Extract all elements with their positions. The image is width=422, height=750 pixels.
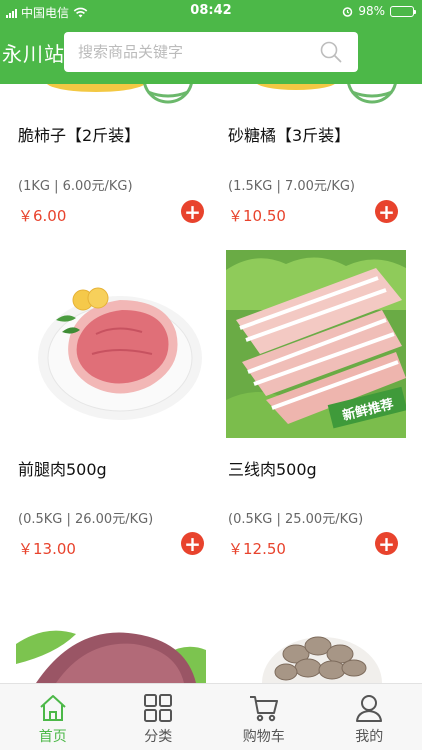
add-to-cart-button[interactable]: + bbox=[375, 532, 398, 555]
product-card[interactable]: 新鲜推荐 三线肉500g (0.5KG | 25.00元/KG) ￥12.50 … bbox=[226, 250, 406, 570]
product-price: ￥12.50 bbox=[228, 540, 286, 558]
tab-label: 首页 bbox=[38, 729, 67, 745]
product-image[interactable]: 新鲜推荐 bbox=[226, 250, 406, 438]
product-spec: (1.5KG | 7.00元/KG) bbox=[228, 179, 355, 194]
top-header: 永川站 bbox=[0, 22, 422, 84]
product-card[interactable]: 脆柿子【2斤装】 (1KG | 6.00元/KG) ￥6.00 + bbox=[16, 84, 206, 234]
status-bar: 中国电信 08:42 98% bbox=[0, 0, 422, 22]
product-name: 三线肉500g bbox=[228, 460, 317, 479]
product-card[interactable] bbox=[16, 584, 206, 683]
battery-percent: 98% bbox=[358, 4, 385, 18]
plus-icon: + bbox=[184, 199, 201, 224]
product-price: ￥10.50 bbox=[228, 207, 286, 225]
plus-icon: + bbox=[378, 531, 395, 556]
product-spec: (0.5KG | 26.00元/KG) bbox=[18, 512, 154, 527]
product-card[interactable]: 前腿肉500g (0.5KG | 26.00元/KG) ￥13.00 + bbox=[16, 250, 206, 570]
plus-icon: + bbox=[378, 199, 395, 224]
tab-label: 分类 bbox=[144, 729, 173, 745]
tab-cart[interactable]: 购物车 bbox=[211, 684, 317, 750]
bottom-tab-bar: 首页 分类 购物车 我的 bbox=[0, 683, 422, 750]
product-card[interactable]: 砂糖橘【3斤装】 (1.5KG | 7.00元/KG) ￥10.50 + bbox=[226, 84, 398, 234]
plus-icon: + bbox=[184, 531, 201, 556]
product-price: ￥13.00 bbox=[18, 540, 76, 558]
search-icon[interactable] bbox=[320, 41, 342, 63]
cart-icon bbox=[249, 696, 278, 722]
product-name: 砂糖橘【3斤装】 bbox=[228, 126, 351, 145]
battery-icon bbox=[390, 5, 416, 17]
tab-category[interactable]: 分类 bbox=[106, 684, 212, 750]
product-price: ￥6.00 bbox=[18, 207, 67, 225]
product-image[interactable] bbox=[16, 250, 206, 438]
category-grid-icon bbox=[144, 694, 173, 722]
add-to-cart-button[interactable]: + bbox=[181, 200, 204, 223]
search-bar[interactable] bbox=[64, 32, 358, 72]
product-name: 脆柿子【2斤装】 bbox=[18, 126, 141, 145]
alarm-icon bbox=[343, 6, 353, 17]
product-spec: (1KG | 6.00元/KG) bbox=[18, 179, 133, 194]
product-spec: (0.5KG | 25.00元/KG) bbox=[228, 512, 364, 527]
status-right: 98% bbox=[342, 4, 416, 18]
user-icon bbox=[356, 695, 383, 722]
tab-profile[interactable]: 我的 bbox=[317, 684, 422, 750]
product-name: 前腿肉500g bbox=[18, 460, 107, 479]
home-icon bbox=[40, 695, 66, 721]
product-image[interactable] bbox=[16, 584, 206, 683]
tab-label: 我的 bbox=[355, 729, 384, 745]
tab-home[interactable]: 首页 bbox=[0, 684, 106, 750]
tab-label: 购物车 bbox=[242, 729, 285, 745]
product-list[interactable]: 脆柿子【2斤装】 (1KG | 6.00元/KG) ￥6.00 + 砂糖橘【3斤… bbox=[0, 84, 422, 683]
product-image[interactable] bbox=[226, 584, 406, 683]
add-to-cart-button[interactable]: + bbox=[375, 200, 398, 223]
add-to-cart-button[interactable]: + bbox=[181, 532, 204, 555]
search-input[interactable] bbox=[78, 32, 308, 72]
station-name[interactable]: 永川站 bbox=[2, 38, 65, 67]
product-card[interactable] bbox=[226, 584, 406, 683]
